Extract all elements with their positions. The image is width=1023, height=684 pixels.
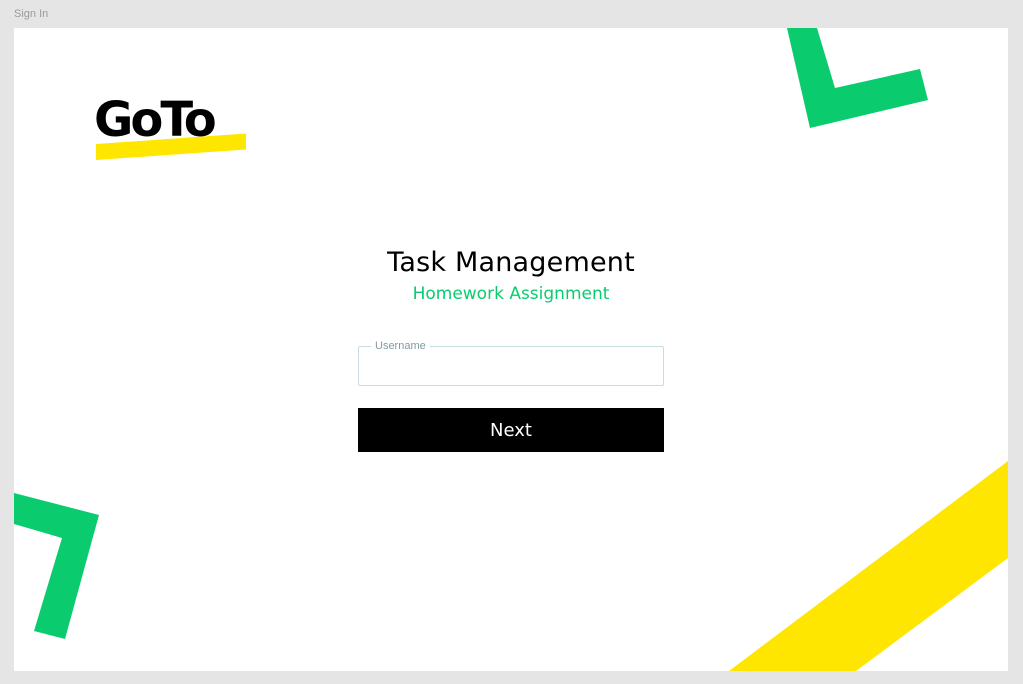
goto-logo: GoTo	[94, 90, 249, 174]
yellow-stripe-bottom-right	[729, 461, 1008, 671]
page-subtitle: Homework Assignment	[412, 284, 610, 304]
green-chevron-top-right	[787, 28, 928, 128]
page-title: Task Management	[387, 247, 635, 278]
sign-in-page: GoTo Task Management Homework Assignment…	[14, 28, 1008, 671]
logo-text: GoTo	[94, 92, 217, 148]
frame-label: Sign In	[14, 8, 49, 20]
username-field[interactable]: Username	[358, 339, 664, 386]
green-chevron-bottom-left	[14, 493, 99, 639]
username-input[interactable]	[359, 347, 663, 385]
next-button[interactable]: Next	[358, 408, 664, 452]
